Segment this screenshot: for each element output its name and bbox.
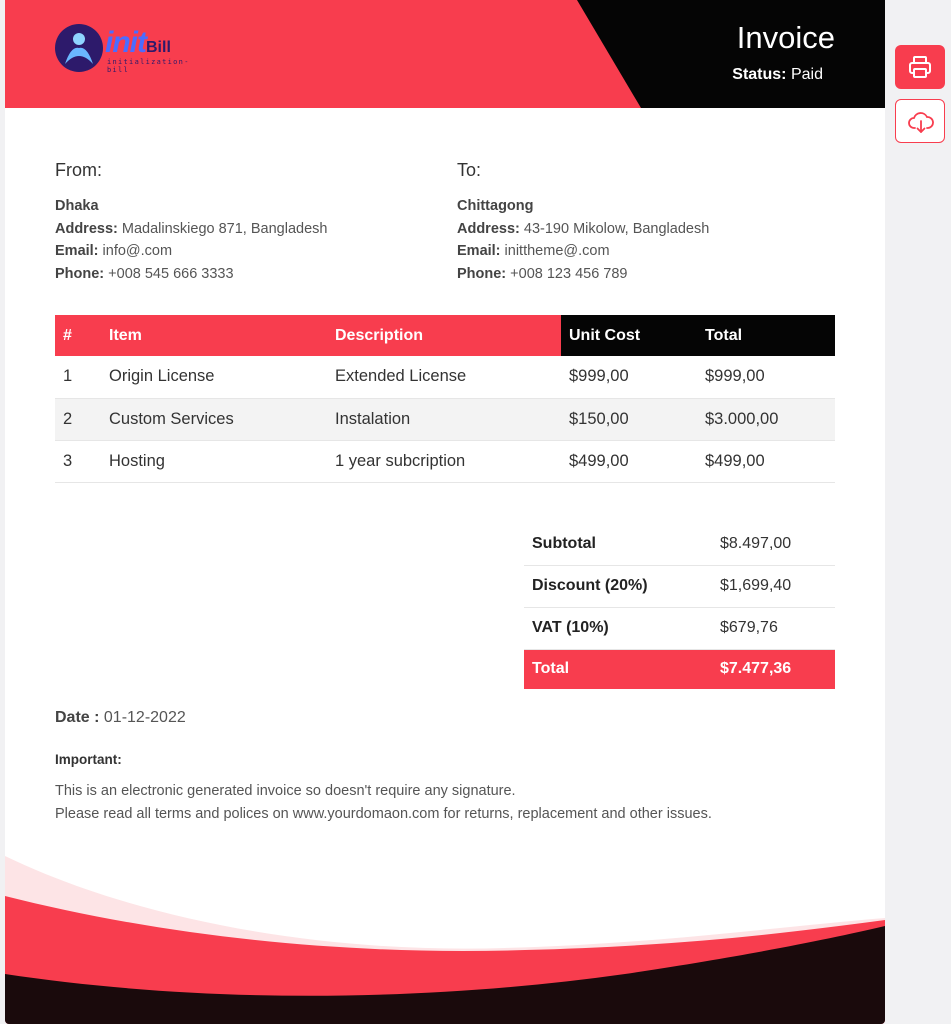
row-total: $499,00 (697, 440, 835, 483)
vat-label: VAT (10%) (524, 607, 712, 650)
table-row: 2 Custom Services Instalation $150,00 $3… (55, 398, 835, 441)
col-header-total: Total (697, 315, 835, 356)
subtotal-label: Subtotal (524, 523, 712, 566)
to-name: Chittagong (457, 198, 534, 214)
status-label: Status: (732, 66, 787, 83)
total-value: $7.477,36 (712, 649, 835, 689)
totals-table: Subtotal $8.497,00 Discount (20%) $1,699… (524, 523, 835, 689)
row-item: Custom Services (101, 398, 327, 441)
from-name: Dhaka (55, 198, 99, 214)
to-email: inittheme@.com (504, 243, 610, 259)
invoice-status: Status: Paid (732, 66, 823, 84)
row-number: 1 (55, 356, 101, 399)
items-table-header: # Item Description Unit Cost Total (55, 315, 835, 356)
row-item: Hosting (101, 440, 327, 483)
vat-value: $679,76 (712, 607, 835, 650)
important-notes: This is an electronic generated invoice … (55, 780, 712, 825)
invoice-card: initBill initialization-bill Invoice Sta… (5, 0, 885, 1024)
total-label: Total (524, 649, 712, 689)
to-email-label: Email: (457, 243, 501, 259)
date-label: Date : (55, 709, 100, 726)
note-line: Please read all terms and polices on www… (55, 805, 712, 822)
row-unit-cost: $999,00 (561, 356, 697, 399)
from-address-block: From: Dhaka Address: Madalinskiego 871, … (55, 160, 385, 285)
to-address-block: To: Chittagong Address: 43-190 Mikolow, … (457, 160, 787, 285)
note-line: This is an electronic generated invoice … (55, 783, 516, 799)
row-description: 1 year subcription (327, 440, 561, 483)
discount-row: Discount (20%) $1,699,40 (524, 565, 835, 608)
row-total: $999,00 (697, 356, 835, 399)
from-email: info@.com (102, 243, 173, 259)
from-phone-label: Phone: (55, 265, 105, 282)
from-email-label: Email: (55, 243, 99, 259)
invoice-title: Invoice (736, 20, 835, 55)
logo-text-bill: Bill (146, 39, 171, 56)
row-description: Instalation (327, 398, 561, 441)
brand-logo: initBill initialization-bill (55, 24, 205, 74)
logo-tagline: initialization-bill (107, 58, 190, 74)
vat-row: VAT (10%) $679,76 (524, 607, 835, 650)
col-header-description: Description (327, 315, 561, 356)
table-row: 1 Origin License Extended License $999,0… (55, 356, 835, 399)
print-button[interactable] (895, 45, 945, 89)
row-number: 2 (55, 398, 101, 441)
to-address-label: Address: (457, 220, 520, 237)
col-header-item: Item (101, 315, 327, 356)
row-unit-cost: $499,00 (561, 440, 697, 483)
to-phone: +008 123 456 789 (510, 265, 628, 282)
from-address: Madalinskiego 871, Bangladesh (121, 220, 328, 237)
date-value: 01-12-2022 (103, 709, 186, 726)
row-item: Origin License (101, 356, 327, 399)
download-button[interactable] (895, 99, 945, 143)
cloud-download-icon (908, 112, 934, 133)
footer-wave (5, 856, 885, 1024)
row-unit-cost: $150,00 (561, 398, 697, 441)
subtotal-row: Subtotal $8.497,00 (524, 523, 835, 566)
row-number: 3 (55, 440, 101, 483)
from-heading: From: (55, 160, 102, 180)
to-address: 43-190 Mikolow, Bangladesh (523, 220, 710, 237)
subtotal-value: $8.497,00 (712, 523, 835, 566)
from-address-label: Address: (55, 220, 118, 237)
col-header-number: # (55, 315, 101, 356)
items-table: # Item Description Unit Cost Total 1 Ori… (55, 315, 835, 483)
row-total: $3.000,00 (697, 398, 835, 441)
status-value: Paid (790, 66, 823, 83)
to-phone-label: Phone: (457, 265, 507, 282)
to-heading: To: (457, 160, 482, 180)
discount-label: Discount (20%) (524, 565, 712, 608)
row-description: Extended License (327, 356, 561, 399)
invoice-date: Date : 01-12-2022 (55, 709, 186, 727)
important-heading: Important: (55, 752, 122, 767)
from-phone: +008 545 666 3333 (108, 265, 234, 282)
table-row: 3 Hosting 1 year subcription $499,00 $49… (55, 440, 835, 483)
printer-icon (909, 56, 931, 78)
logo-person-icon (55, 24, 103, 72)
logo-text-init: init (105, 26, 147, 59)
grand-total-row: Total $7.477,36 (524, 649, 835, 689)
col-header-unit-cost: Unit Cost (561, 315, 697, 356)
discount-value: $1,699,40 (712, 565, 835, 608)
